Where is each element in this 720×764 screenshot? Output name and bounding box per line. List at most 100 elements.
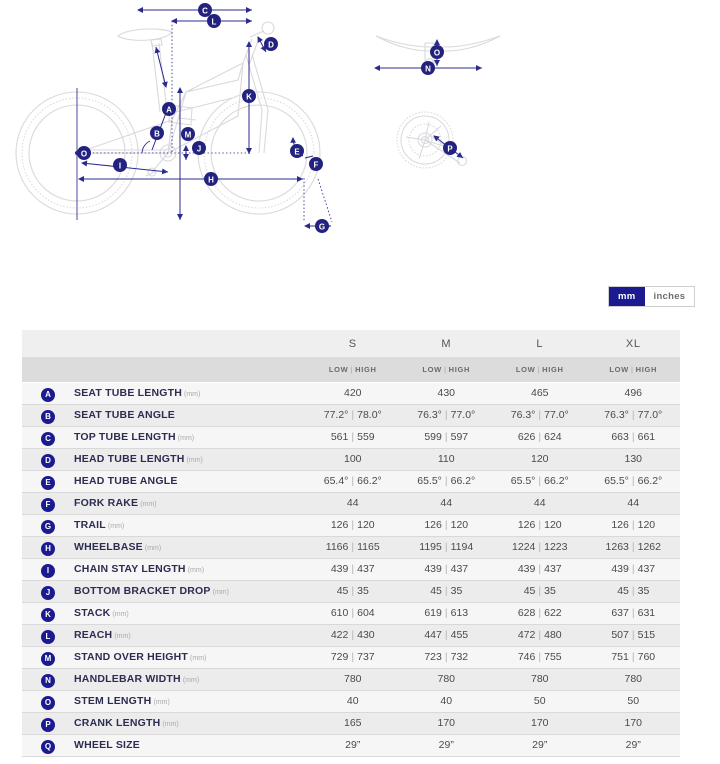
value-separator: | bbox=[631, 607, 635, 619]
measurement-unit: (mm) bbox=[107, 523, 125, 530]
value-cell-l: 76.3° | 77.0° bbox=[493, 403, 587, 427]
value-single: 780 bbox=[437, 673, 456, 685]
value-low: 1166 bbox=[325, 541, 349, 553]
value-separator: | bbox=[538, 651, 542, 663]
value-cell-m: 29” bbox=[399, 733, 493, 757]
value-cell-m: 723 | 732 bbox=[399, 645, 493, 669]
value-single: 780 bbox=[530, 673, 549, 685]
measurement-badge-j: J bbox=[41, 586, 55, 600]
row-badge-cell: L bbox=[22, 623, 74, 647]
value-low: 610 bbox=[330, 607, 349, 619]
svg-text:A: A bbox=[166, 105, 172, 114]
value-cell-l: 45 | 35 bbox=[493, 579, 587, 603]
column-header-xl[interactable]: XL bbox=[586, 330, 680, 357]
value-cell-l: 170 bbox=[493, 711, 587, 735]
svg-text:G: G bbox=[319, 222, 325, 231]
value-high: 430 bbox=[357, 629, 375, 641]
value-high: 480 bbox=[544, 629, 562, 641]
diagram-marker-B: B bbox=[150, 126, 164, 140]
value-low: 439 bbox=[424, 563, 442, 575]
value-separator: | bbox=[351, 519, 355, 531]
value-high: 77.0° bbox=[450, 409, 476, 421]
value-high: 755 bbox=[544, 651, 562, 663]
value-high: 604 bbox=[357, 607, 375, 619]
value-cell-l: 628 | 622 bbox=[493, 601, 587, 625]
value-cell-s: 1166 | 1165 bbox=[306, 535, 400, 559]
value-low: 45 bbox=[617, 585, 629, 597]
table-row: C TOP TUBE LENGTH (mm) 561 | 559 599 | 597 626 | 62… bbox=[22, 425, 680, 449]
measurement-name: WHEEL SIZE bbox=[74, 739, 140, 751]
value-high: 760 bbox=[637, 651, 656, 663]
measurement-unit: (mm) bbox=[114, 633, 131, 640]
value-separator: | bbox=[351, 629, 355, 641]
value-low: 628 bbox=[517, 607, 536, 619]
value-cell-s: 126 | 120 bbox=[306, 513, 400, 537]
value-cell-xl: 45 | 35 bbox=[586, 579, 680, 603]
value-cell-l: 626 | 624 bbox=[493, 425, 587, 449]
value-cell-s: 561 | 559 bbox=[306, 425, 400, 449]
measurement-unit: (mm) bbox=[153, 699, 170, 706]
column-header-m[interactable]: M bbox=[399, 330, 493, 357]
crankset-outline bbox=[396, 111, 468, 169]
svg-text:D: D bbox=[268, 40, 274, 49]
row-label-cell: HEAD TUBE ANGLE bbox=[74, 469, 306, 493]
value-cell-xl: 44 bbox=[586, 491, 680, 515]
value-cell-xl: 126 | 120 bbox=[586, 513, 680, 537]
measurement-unit: (mm) bbox=[112, 611, 129, 618]
low-label: LOW bbox=[515, 364, 536, 374]
measurement-badge-d: D bbox=[41, 454, 55, 468]
table-row: N HANDLEBAR WIDTH (mm) 780 780 780 780 bbox=[22, 667, 680, 691]
value-separator: | bbox=[444, 541, 448, 553]
measurement-unit: (mm) bbox=[162, 721, 179, 728]
value-cell-xl: 663 | 661 bbox=[586, 425, 680, 449]
value-separator: | bbox=[538, 629, 542, 641]
value-low: 1224 bbox=[512, 541, 536, 553]
value-high: 613 bbox=[450, 607, 469, 619]
column-header-s[interactable]: S bbox=[306, 330, 400, 357]
value-high: 559 bbox=[357, 431, 375, 443]
diagram-marker-G: G bbox=[315, 219, 329, 233]
value-high: 35 bbox=[544, 585, 556, 597]
row-label-cell: STAND OVER HEIGHT (mm) bbox=[74, 645, 306, 669]
value-cell-l: 472 | 480 bbox=[493, 623, 587, 647]
value-separator: | bbox=[444, 563, 448, 575]
row-badge-cell: B bbox=[22, 403, 74, 427]
measurement-name: WHEELBASE bbox=[74, 541, 143, 553]
value-cell-l: 465 bbox=[493, 381, 587, 405]
value-low: 746 bbox=[517, 651, 536, 663]
value-low: 45 bbox=[336, 585, 349, 597]
value-high: 1194 bbox=[450, 541, 474, 553]
value-separator: | bbox=[538, 585, 542, 597]
lowhigh-header-s: LOW | HIGH bbox=[306, 357, 400, 382]
unit-toggle-inches[interactable]: inches bbox=[644, 287, 695, 306]
lowhigh-blank-label bbox=[74, 357, 306, 382]
row-badge-cell: K bbox=[22, 601, 74, 625]
measurement-badge-k: K bbox=[41, 608, 55, 622]
value-cell-l: 50 bbox=[493, 689, 587, 713]
high-label: HIGH bbox=[542, 364, 564, 374]
measurement-name: BOTTOM BRACKET DROP bbox=[74, 585, 211, 597]
table-row: Q WHEEL SIZE 29” 29” 29” 29” bbox=[22, 733, 680, 757]
high-label: HIGH bbox=[448, 364, 471, 374]
lowhigh-separator: | bbox=[630, 364, 634, 374]
value-low: 439 bbox=[517, 563, 536, 575]
unit-toggle-mm[interactable]: mm bbox=[609, 287, 645, 306]
value-single: 165 bbox=[343, 717, 362, 729]
measurement-unit: (mm) bbox=[184, 391, 201, 398]
value-cell-m: 447 | 455 bbox=[399, 623, 493, 647]
value-separator: | bbox=[538, 607, 542, 619]
value-separator: | bbox=[631, 563, 635, 575]
table-row: M STAND OVER HEIGHT (mm) 729 | 737 723 | 732 746 |… bbox=[22, 645, 680, 669]
value-high: 77.0° bbox=[544, 409, 569, 421]
value-separator: | bbox=[351, 475, 355, 487]
table-body: A SEAT TUBE LENGTH (mm) 420 430 465 496 B SEAT T… bbox=[22, 381, 680, 757]
value-separator: | bbox=[351, 585, 355, 597]
measurement-badge-i: I bbox=[41, 564, 55, 578]
measurement-name: STACK bbox=[74, 607, 111, 619]
unit-toggle[interactable]: mm inches bbox=[608, 286, 696, 307]
value-single: 100 bbox=[343, 453, 362, 465]
value-low: 439 bbox=[611, 563, 629, 575]
value-separator: | bbox=[351, 563, 355, 575]
value-separator: | bbox=[351, 607, 355, 619]
column-header-l[interactable]: L bbox=[493, 330, 587, 357]
